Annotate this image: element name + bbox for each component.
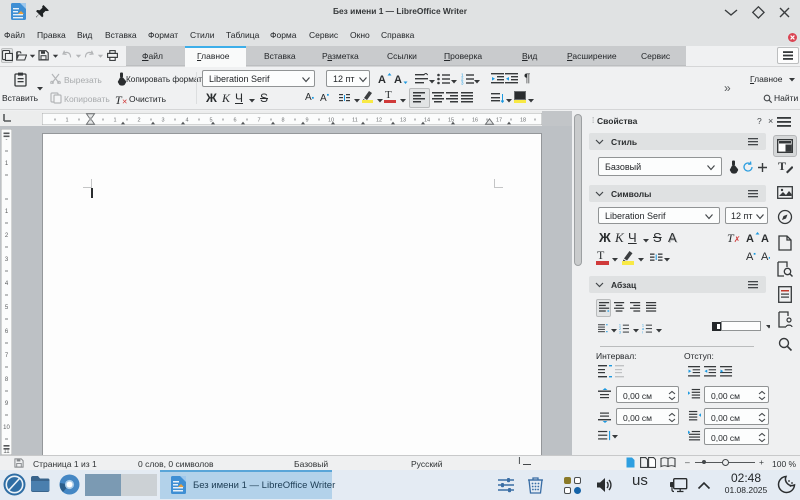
svg-text:7: 7: [257, 118, 260, 124]
svg-text:5: 5: [209, 118, 212, 124]
svg-text:4: 4: [185, 118, 188, 124]
svg-text:1: 1: [113, 118, 116, 124]
svg-text:13: 13: [400, 118, 406, 124]
svg-text:3: 3: [161, 118, 164, 124]
svg-text:8: 8: [281, 118, 284, 124]
svg-text:1: 1: [65, 118, 68, 124]
svg-text:12: 12: [376, 118, 382, 124]
svg-text:11: 11: [352, 118, 358, 124]
svg-text:A: A: [746, 233, 754, 244]
svg-text:10: 10: [3, 425, 10, 431]
svg-text:A: A: [761, 233, 769, 244]
svg-text:9: 9: [305, 118, 308, 124]
svg-text:2: 2: [137, 118, 140, 124]
svg-text:3: 3: [461, 81, 464, 85]
svg-text:16: 16: [472, 118, 478, 124]
svg-text:17: 17: [496, 118, 502, 124]
svg-text:T: T: [778, 159, 786, 173]
svg-text:3: 3: [619, 331, 621, 335]
svg-text:-: -: [6, 137, 8, 143]
svg-text:14: 14: [424, 118, 430, 124]
svg-text:A: A: [394, 74, 402, 85]
svg-text:18: 18: [520, 118, 526, 124]
svg-text:6: 6: [233, 118, 236, 124]
svg-text:A: A: [378, 74, 386, 85]
